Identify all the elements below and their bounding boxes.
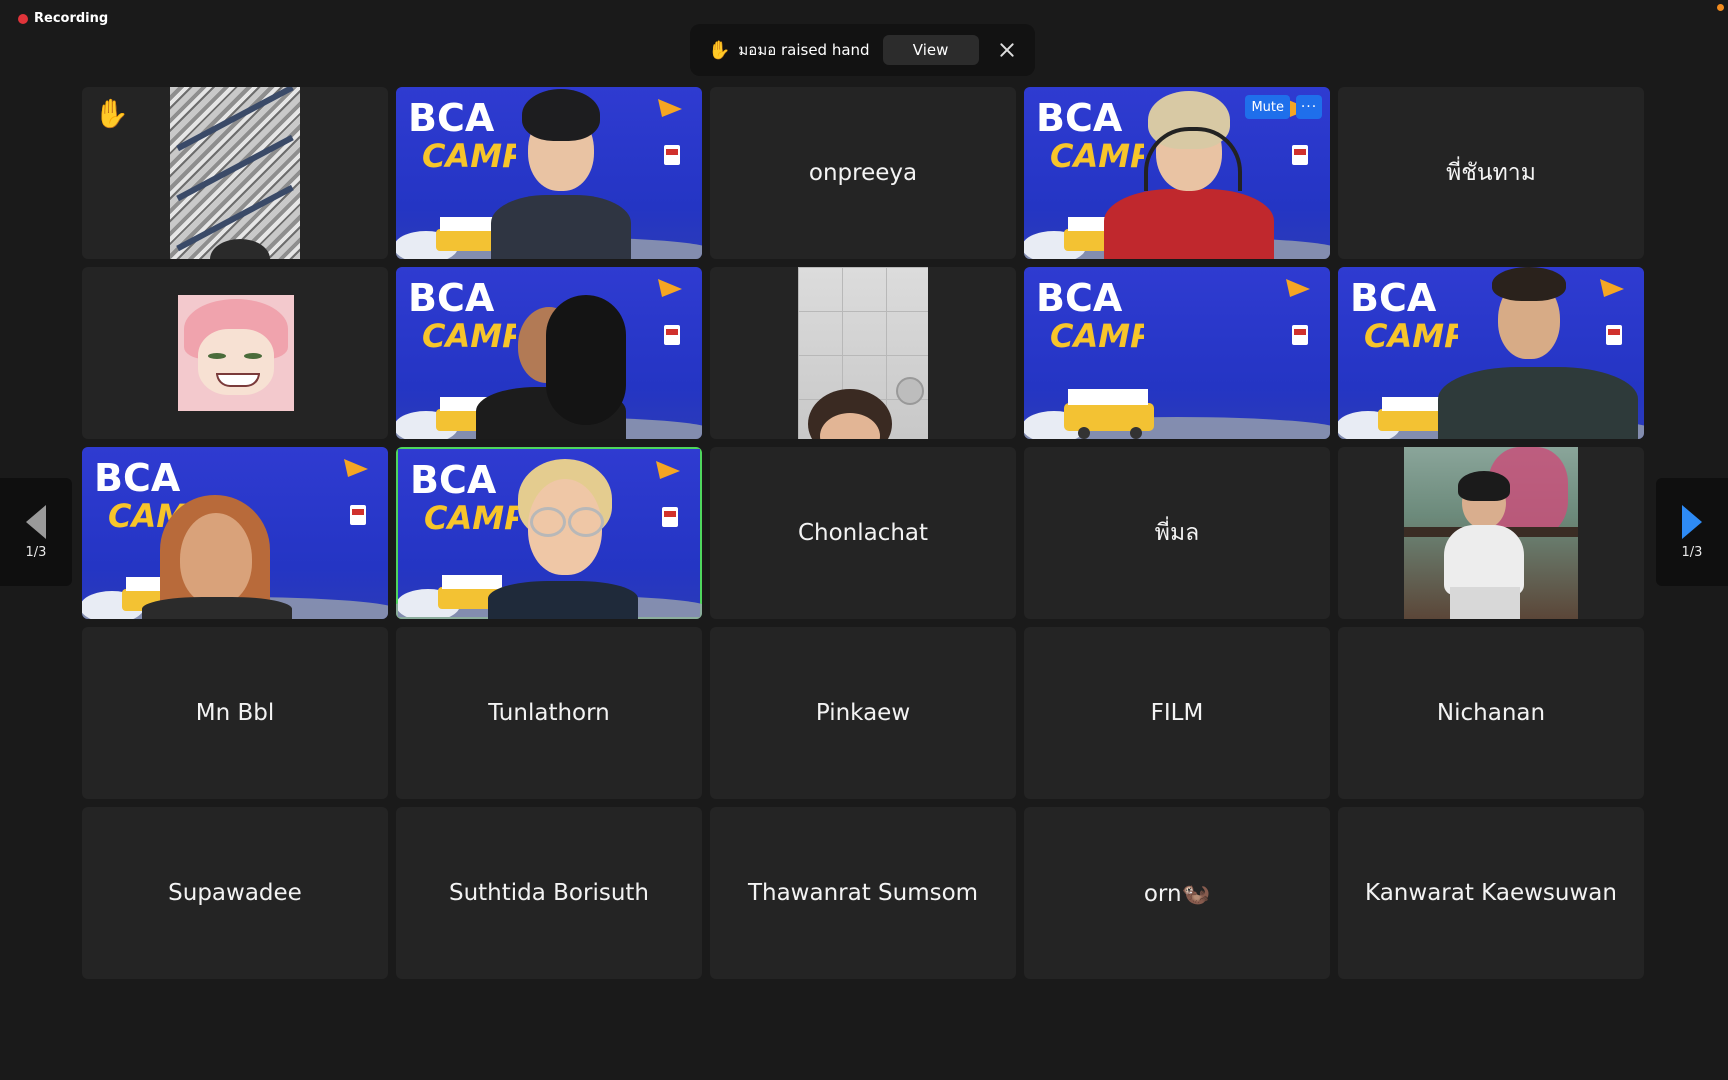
participant-video: BCA CAMP <box>82 447 388 619</box>
svg-text:CAMP: CAMP <box>1050 317 1144 353</box>
participant-tile-5[interactable]: พี่ชันทาม <box>1338 87 1644 259</box>
participant-video: BCA CAMP <box>396 267 702 439</box>
participant-tile-23[interactable]: Thawanrat Sumsom <box>710 807 1016 979</box>
mute-button[interactable]: Mute <box>1245 95 1290 119</box>
svg-text:BCA: BCA <box>408 96 495 140</box>
participant-video <box>798 267 928 439</box>
participant-tile-16[interactable]: Mn Bbl <box>82 627 388 799</box>
raised-hand-icon: ✋ <box>708 39 731 61</box>
more-options-icon[interactable]: ··· <box>1296 95 1322 119</box>
participant-name: onpreeya <box>808 160 918 186</box>
participant-name: Suthtida Borisuth <box>448 880 650 906</box>
participant-tile-25[interactable]: Kanwarat Kaewsuwan <box>1338 807 1644 979</box>
participant-tile-22[interactable]: Suthtida Borisuth <box>396 807 702 979</box>
page-indicator: 1/3 <box>1681 544 1703 560</box>
participant-video: BCA CAMP <box>1024 267 1330 439</box>
participant-name: Mn Bbl <box>195 700 275 726</box>
participant-tile-18[interactable]: Pinkaew <box>710 627 1016 799</box>
participant-video: BCA CAMP <box>1338 267 1644 439</box>
participant-tile-13[interactable]: Chonlachat <box>710 447 1016 619</box>
gallery-grid: ✋ BCA CAMP onpreeya BCA CAMP Mute ··· พี… <box>82 87 1646 979</box>
participant-tile-12-active-speaker[interactable]: BCA CAMP <box>396 447 702 619</box>
page-indicator: 1/3 <box>25 544 47 560</box>
notification-message: มอมอ raised hand <box>738 41 870 59</box>
svg-text:BCA: BCA <box>1036 276 1123 320</box>
participant-video: BCA CAMP <box>396 87 702 259</box>
participant-tile-4[interactable]: BCA CAMP Mute ··· <box>1024 87 1330 259</box>
view-button[interactable]: View <box>882 35 979 65</box>
participant-tile-14[interactable]: พี่มล <box>1024 447 1330 619</box>
participant-tile-20[interactable]: Nichanan <box>1338 627 1644 799</box>
participant-tile-19[interactable]: FILM <box>1024 627 1330 799</box>
participant-name: Thawanrat Sumsom <box>747 880 979 906</box>
participant-name: Supawadee <box>168 880 302 906</box>
participant-tile-3[interactable]: onpreeya <box>710 87 1016 259</box>
raised-hand-notification: ✋ มอมอ raised hand View <box>690 24 1035 76</box>
participant-tile-7[interactable]: BCA CAMP <box>396 267 702 439</box>
next-page-button[interactable]: 1/3 <box>1656 478 1728 586</box>
participant-tile-10[interactable]: BCA CAMP <box>1338 267 1644 439</box>
participant-name: FILM <box>1150 700 1204 726</box>
participant-name: Pinkaew <box>815 700 911 726</box>
participant-tile-15[interactable] <box>1338 447 1644 619</box>
participant-name: Tunlathorn <box>488 700 610 726</box>
status-dot-icon <box>1717 4 1724 11</box>
participant-video <box>170 87 300 259</box>
chevron-right-icon <box>1682 504 1702 539</box>
chevron-left-icon <box>26 504 46 539</box>
recording-label: Recording <box>34 11 109 26</box>
participant-tile-9[interactable]: BCA CAMP <box>1024 267 1330 439</box>
participant-tile-21[interactable]: Supawadee <box>82 807 388 979</box>
participant-avatar-image <box>178 295 294 411</box>
participant-tile-24[interactable]: orn🦦 <box>1024 807 1330 979</box>
participant-video <box>1404 447 1578 619</box>
participant-name: พี่มล <box>1154 520 1200 546</box>
previous-page-button[interactable]: 1/3 <box>0 478 72 586</box>
bca-camp-logo: BCA CAMP <box>1034 273 1154 355</box>
participant-tile-1[interactable]: ✋ <box>82 87 388 259</box>
participant-name: Chonlachat <box>797 520 929 546</box>
participant-tile-6[interactable] <box>82 267 388 439</box>
participant-name: พี่ชันทาม <box>1446 160 1536 186</box>
participant-name: orn🦦 <box>1143 880 1211 907</box>
participant-name: Nichanan <box>1436 700 1546 726</box>
recording-indicator[interactable]: Recording <box>18 11 108 26</box>
participant-tile-11[interactable]: BCA CAMP <box>82 447 388 619</box>
participant-name: Kanwarat Kaewsuwan <box>1365 880 1617 906</box>
participant-tile-8[interactable] <box>710 267 1016 439</box>
raised-hand-icon: ✋ <box>94 97 129 130</box>
participant-tile-17[interactable]: Tunlathorn <box>396 627 702 799</box>
participant-video: BCA CAMP <box>396 449 702 619</box>
close-icon[interactable] <box>997 40 1017 60</box>
svg-text:BCA: BCA <box>1350 276 1437 320</box>
participant-tile-2[interactable]: BCA CAMP <box>396 87 702 259</box>
recording-dot-icon <box>18 13 28 24</box>
